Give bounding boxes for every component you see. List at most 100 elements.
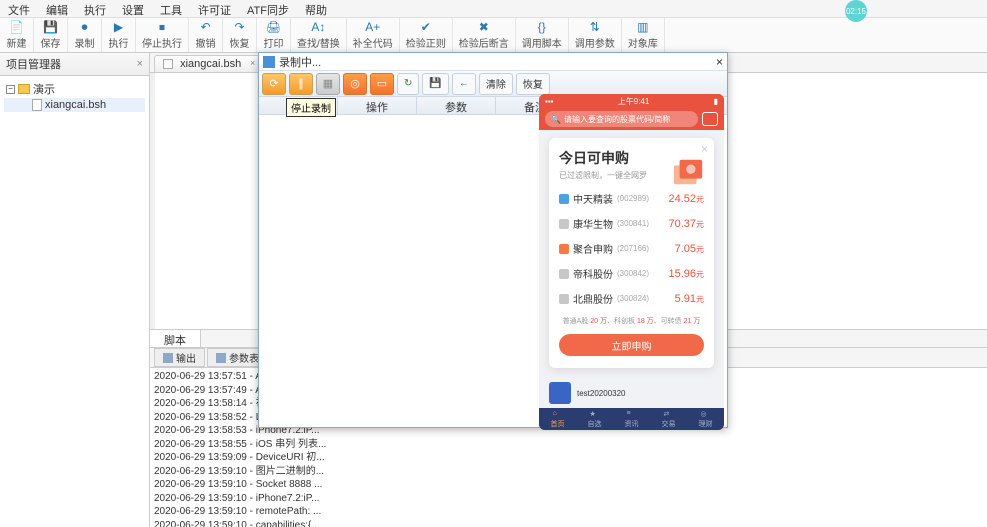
- file-icon: [163, 59, 173, 69]
- toolbar-label: 录制: [75, 35, 95, 50]
- target-button[interactable]: ◎: [343, 73, 367, 95]
- menu-atf[interactable]: ATF同步: [243, 2, 293, 15]
- nav-3[interactable]: ⇄交易: [650, 408, 687, 430]
- record-icon: ⏺: [77, 20, 93, 34]
- signal-icon: ▪▪▪: [545, 97, 554, 106]
- tree-file[interactable]: xiangcai.bsh: [4, 98, 145, 112]
- close-icon[interactable]: ×: [701, 142, 708, 156]
- close-icon[interactable]: ×: [250, 58, 255, 68]
- pause-button[interactable]: ∥ 停止录制: [289, 73, 313, 95]
- subtab-param[interactable]: 参数: [417, 97, 496, 114]
- toolbar-fill[interactable]: A+补全代码: [347, 18, 400, 52]
- dialog-titlebar[interactable]: 录制中... ×: [259, 53, 727, 71]
- collapse-icon[interactable]: −: [6, 85, 15, 94]
- menu-license[interactable]: 许可证: [194, 2, 235, 15]
- stock-row[interactable]: 中天精装 (002989)24.52元: [559, 191, 704, 206]
- toolbar-validate-err[interactable]: ✖检验后断言: [453, 18, 516, 52]
- log-line: 2020-06-29 13:59:10 - iPhone7.2:iP...: [154, 492, 983, 506]
- script-tab[interactable]: 脚本: [150, 330, 201, 347]
- fill-icon: A+: [365, 20, 381, 34]
- toolbar-label: 撤销: [196, 35, 216, 50]
- battery-icon: ▮: [714, 97, 718, 106]
- toolbar-label: 执行: [109, 35, 129, 50]
- subtab-action[interactable]: 操作: [338, 97, 417, 114]
- toolbar-validate-ok[interactable]: ✔检验正则: [400, 18, 453, 52]
- clear-button[interactable]: 清除: [479, 73, 513, 95]
- search-input[interactable]: 🔍 请输入要查询的股票代码/简称: [545, 111, 698, 127]
- menu-help[interactable]: 帮助: [301, 2, 331, 15]
- tree-root-label: 演示: [33, 81, 55, 97]
- toolbar-save[interactable]: 💾保存: [34, 18, 68, 52]
- app-icon: [263, 56, 275, 68]
- phone-search-row: 🔍 请输入要查询的股票代码/简称: [539, 108, 724, 130]
- nav-icon: ★: [590, 410, 600, 418]
- toolbar-label: 调用参数: [575, 35, 615, 50]
- stock-badge-icon: [559, 219, 569, 229]
- nav-icon: ⌂: [553, 410, 563, 418]
- toolbar-invoke[interactable]: {}调用脚本: [516, 18, 569, 52]
- menu-file[interactable]: 文件: [4, 2, 34, 15]
- select-button[interactable]: ▭: [370, 73, 394, 95]
- menu-settings[interactable]: 设置: [118, 2, 148, 15]
- nav-1[interactable]: ★自选: [576, 408, 613, 430]
- undo-icon: ↶: [198, 20, 214, 34]
- refresh-button[interactable]: ↻: [397, 73, 419, 95]
- editor-tab[interactable]: xiangcai.bsh ×: [154, 55, 260, 72]
- stock-row[interactable]: 聚合申购 (207166)7.05元: [559, 241, 704, 256]
- message-icon[interactable]: [702, 112, 718, 126]
- toolbar-find[interactable]: A↕查找/替换: [291, 18, 347, 52]
- stock-name: 聚合申购: [573, 241, 613, 256]
- stock-badge-icon: [559, 294, 569, 304]
- stock-row[interactable]: 康华生物 (300841)70.37元: [559, 216, 704, 231]
- stock-price: 7.05元: [675, 243, 704, 255]
- toolbar-print[interactable]: 🖨打印: [257, 18, 291, 52]
- stock-row[interactable]: 北鼎股份 (300824)5.91元: [559, 291, 704, 306]
- invoke-icon: {}: [534, 20, 550, 34]
- output-tab[interactable]: 输出: [154, 348, 205, 367]
- stock-price: 70.37元: [668, 218, 704, 230]
- apply-button[interactable]: 立即申购: [559, 334, 704, 356]
- toolbar-play[interactable]: ▶执行: [102, 18, 136, 52]
- print-icon: 🖨: [266, 20, 282, 34]
- toolbar-stop[interactable]: ⏹停止执行: [136, 18, 189, 52]
- record-button[interactable]: ⟳: [262, 73, 286, 95]
- nav-0[interactable]: ⌂首页: [539, 408, 576, 430]
- restore-button[interactable]: 恢复: [516, 73, 550, 95]
- subtab-object[interactable]: 对象: [259, 97, 338, 114]
- toolbar-redo[interactable]: ↷恢复: [223, 18, 257, 52]
- toolbar-label: 检验后断言: [459, 35, 509, 50]
- nav-label: 交易: [662, 419, 676, 429]
- stock-badge-icon: [559, 244, 569, 254]
- test-item[interactable]: test20200320: [549, 382, 626, 404]
- stock-name: 康华生物: [573, 216, 613, 231]
- stock-row[interactable]: 帝科股份 (300842)15.96元: [559, 266, 704, 281]
- toolbar-objlib[interactable]: ▥对象库: [622, 18, 665, 52]
- search-icon: 🔍: [551, 115, 561, 124]
- menu-tools[interactable]: 工具: [156, 2, 186, 15]
- play-icon: ▶: [111, 20, 127, 34]
- nav-2[interactable]: ≡资讯: [613, 408, 650, 430]
- save-button[interactable]: 💾: [422, 73, 448, 95]
- toolbar-label: 补全代码: [353, 35, 393, 50]
- file-icon: [32, 99, 42, 111]
- toolbar-label: 对象库: [628, 35, 658, 50]
- menu-run[interactable]: 执行: [80, 2, 110, 15]
- stock-name: 帝科股份: [573, 266, 613, 281]
- toolbar-undo[interactable]: ↶撤销: [189, 18, 223, 52]
- phone-time: 上午9:41: [618, 96, 650, 107]
- back-button[interactable]: ←: [452, 73, 476, 95]
- subscription-popup: × 今日可申购 已过滤限制，一键全网罗 中天精装 (002989)24.52元康…: [549, 138, 714, 368]
- toolbar-file[interactable]: 📄新建: [0, 18, 34, 52]
- sidebar-title: 项目管理器 ×: [0, 53, 149, 76]
- log-line: 2020-06-29 13:59:10 - capabilities:{...: [154, 519, 983, 527]
- menu-edit[interactable]: 编辑: [42, 2, 72, 15]
- toolbar-params[interactable]: ⇅调用参数: [569, 18, 622, 52]
- close-icon[interactable]: ×: [716, 55, 723, 69]
- close-icon[interactable]: ×: [137, 58, 143, 70]
- toolbar-record[interactable]: ⏺录制: [68, 18, 102, 52]
- nav-label: 首页: [551, 419, 565, 429]
- nav-4[interactable]: ◎理财: [687, 408, 724, 430]
- project-tree: − 演示 xiangcai.bsh: [0, 76, 149, 116]
- tree-root[interactable]: − 演示: [4, 80, 145, 98]
- table-icon: [216, 353, 226, 363]
